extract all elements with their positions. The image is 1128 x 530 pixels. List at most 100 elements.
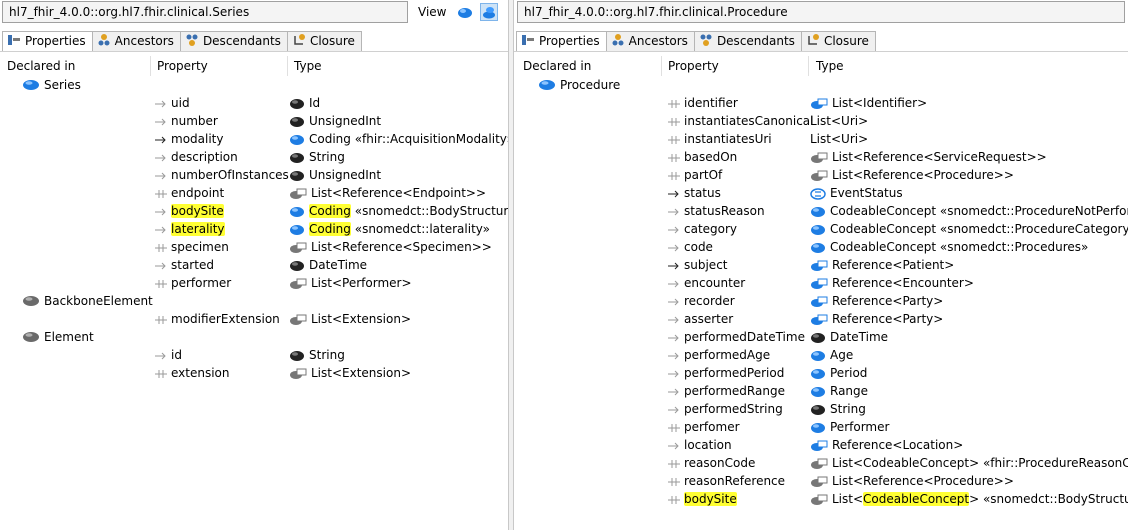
property-name: description (171, 150, 238, 164)
cloud-icon (458, 8, 472, 18)
property-row[interactable]: modifierExtension List<Extension> (0, 310, 508, 328)
property-row[interactable]: numberOfInstances UnsignedInt (0, 166, 508, 184)
property-cell: reasonReference (668, 472, 785, 490)
property-name: uid (171, 96, 190, 110)
gray-class-icon (23, 332, 39, 342)
type-name: List<Reference<Procedure>> (832, 168, 1014, 182)
property-cell: id (155, 346, 182, 364)
property-row[interactable]: performedString String (514, 400, 1128, 418)
header-property[interactable]: Property (157, 58, 208, 74)
property-row[interactable]: laterality Coding «snomedct::laterality» (0, 220, 508, 238)
property-row[interactable]: uid Id (0, 94, 508, 112)
class-row[interactable]: BackboneElement (0, 292, 508, 310)
right-path-field[interactable]: hl7_fhir_4.0.0::org.hl7.fhir.clinical.Pr… (517, 1, 1125, 23)
property-name: modality (171, 132, 224, 146)
property-cell: performedString (668, 400, 783, 418)
type-name: Reference<Party> (832, 312, 944, 326)
property-row[interactable]: perfomer Performer (514, 418, 1128, 436)
property-name: location (684, 438, 732, 452)
property-row[interactable]: performedPeriod Period (514, 364, 1128, 382)
property-name: asserter (684, 312, 734, 326)
view-mode-button-2[interactable] (480, 3, 498, 21)
property-row[interactable]: recorder Reference<Party> (514, 292, 1128, 310)
property-row[interactable]: extension List<Extension> (0, 364, 508, 382)
type-name: List<Uri> (810, 132, 869, 146)
tab-closure[interactable]: Closure (800, 31, 876, 51)
tab-properties[interactable]: Properties (516, 31, 607, 52)
property-row[interactable]: identifier List<Identifier> (514, 94, 1128, 112)
property-name: modifierExtension (171, 312, 280, 326)
property-row[interactable]: reasonReference List<Reference<Procedure>… (514, 472, 1128, 490)
property-cell: performedPeriod (668, 364, 784, 382)
property-row[interactable]: status EventStatus (514, 184, 1128, 202)
property-row[interactable]: code CodeableConcept «snomedct::Procedure… (514, 238, 1128, 256)
property-row[interactable]: started DateTime (0, 256, 508, 274)
property-row[interactable]: category CodeableConcept «snomedct::Proce… (514, 220, 1128, 238)
property-name: id (171, 348, 182, 362)
property-row[interactable]: encounter Reference<Encounter> (514, 274, 1128, 292)
tab-properties[interactable]: Properties (2, 31, 93, 52)
header-type[interactable]: Type (816, 58, 844, 74)
class-row[interactable]: Procedure (514, 76, 1128, 94)
property-row[interactable]: endpoint List<Reference<Endpoint>> (0, 184, 508, 202)
header-declared-in[interactable]: Declared in (7, 58, 75, 74)
closure-icon (808, 34, 819, 45)
property-row[interactable]: subject Reference<Patient> (514, 256, 1128, 274)
type-name: Reference<Encounter> (832, 276, 974, 290)
tab-label: Closure (309, 34, 355, 48)
list-property-icon (155, 189, 167, 198)
property-row[interactable]: description String (0, 148, 508, 166)
property-row[interactable]: location Reference<Location> (514, 436, 1128, 454)
tab-label: Descendants (202, 34, 281, 48)
left-path-field[interactable]: hl7_fhir_4.0.0::org.hl7.fhir.clinical.Se… (2, 1, 408, 23)
property-row[interactable]: number UnsignedInt (0, 112, 508, 130)
list-property-icon (668, 495, 680, 504)
type-cell: CodeableConcept «snomedct::Procedures» (810, 238, 1088, 256)
property-cell: performedDateTime (668, 328, 805, 346)
property-row[interactable]: performedAge Age (514, 346, 1128, 364)
property-row[interactable]: asserter Reference<Party> (514, 310, 1128, 328)
reference-type-icon (811, 98, 828, 109)
type-cell: Coding «snomedct::laterality» (289, 220, 490, 238)
type-name: Age (830, 348, 854, 362)
declaring-class: Element (22, 328, 94, 346)
view-mode-button-1[interactable] (456, 3, 474, 21)
property-row[interactable]: instantiatesCanonical List<Uri> (514, 112, 1128, 130)
tab-ancestors[interactable]: Ancestors (605, 31, 695, 51)
tab-closure[interactable]: Closure (286, 31, 362, 51)
property-row[interactable]: bodySite List<CodeableConcept> «snomedct:… (514, 490, 1128, 508)
tab-descendants[interactable]: Descendants (693, 31, 802, 51)
property-name: laterality (171, 222, 225, 236)
class-row[interactable]: Element (0, 328, 508, 346)
property-arrow-icon (155, 100, 166, 107)
blue-class-icon (23, 80, 39, 90)
property-row[interactable]: instantiatesUri List<Uri> (514, 130, 1128, 148)
property-row[interactable]: bodySite Coding «snomedct::BodyStructures… (0, 202, 508, 220)
type-cell: List<Reference<Endpoint>> (289, 184, 486, 202)
ancestors-icon (98, 34, 110, 46)
tab-ancestors[interactable]: Ancestors (91, 31, 181, 51)
property-row[interactable]: specimen List<Reference<Specimen>> (0, 238, 508, 256)
property-row[interactable]: id String (0, 346, 508, 364)
class-type-icon (811, 422, 825, 433)
property-row[interactable]: reasonCode List<CodeableConcept> «fhir::P… (514, 454, 1128, 472)
type-cell: DateTime (810, 328, 888, 346)
property-name: performedAge (684, 348, 771, 362)
view-label: View (418, 5, 447, 19)
properties-icon (8, 35, 20, 45)
property-row[interactable]: basedOn List<Reference<ServiceRequest>> (514, 148, 1128, 166)
property-row[interactable]: performedDateTime DateTime (514, 328, 1128, 346)
header-declared-in[interactable]: Declared in (523, 58, 591, 74)
property-row[interactable]: performer List<Performer> (0, 274, 508, 292)
property-name: reasonReference (684, 474, 786, 488)
type-name: UnsignedInt (309, 168, 382, 182)
header-property[interactable]: Property (668, 58, 719, 74)
type-name: List<CodeableConcept> «fhir::ProcedureRe… (832, 456, 1128, 470)
tab-descendants[interactable]: Descendants (179, 31, 288, 51)
class-row[interactable]: Series (0, 76, 508, 94)
header-type[interactable]: Type (294, 58, 322, 74)
property-row[interactable]: modality Coding «fhir::AcquisitionModalit… (0, 130, 508, 148)
property-row[interactable]: performedRange Range (514, 382, 1128, 400)
property-row[interactable]: partOf List<Reference<Procedure>> (514, 166, 1128, 184)
property-row[interactable]: statusReason CodeableConcept «snomedct::P… (514, 202, 1128, 220)
